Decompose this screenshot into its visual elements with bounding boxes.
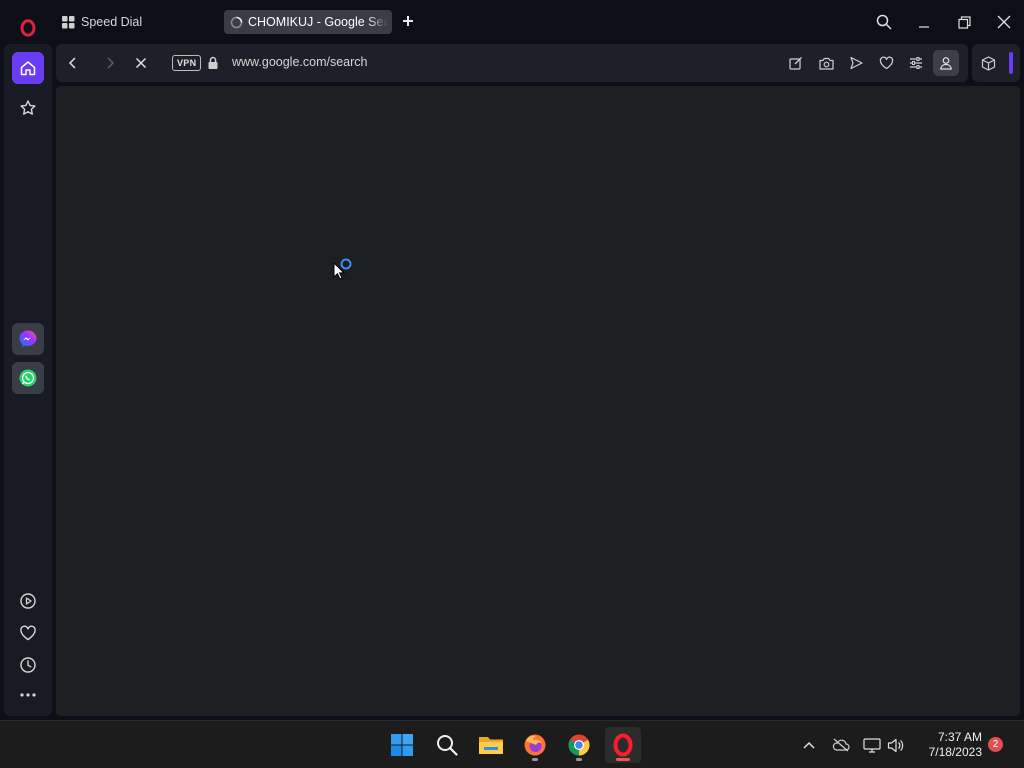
file-explorer-icon <box>478 734 504 756</box>
network-icon <box>863 737 881 753</box>
sidebar-item-home[interactable] <box>12 52 44 84</box>
chevron-left-icon <box>68 57 78 69</box>
sidebar-item-player[interactable] <box>12 585 44 617</box>
sidebar-item-history[interactable] <box>12 649 44 681</box>
history-icon <box>19 656 37 674</box>
grid-icon <box>62 15 75 29</box>
vpn-badge[interactable]: VPN <box>172 55 202 71</box>
taskbar-opera[interactable] <box>605 727 641 763</box>
network-button[interactable] <box>862 735 882 755</box>
more-icon <box>19 692 37 698</box>
site-security-button[interactable] <box>201 51 225 75</box>
minimize-button[interactable] <box>910 8 938 36</box>
taskbar-chrome[interactable] <box>561 727 597 763</box>
tab-speed-dial[interactable]: Speed Dial <box>58 10 218 34</box>
back-button[interactable] <box>61 51 85 75</box>
clock-date: 7/18/2023 <box>928 745 982 759</box>
windows-start-icon <box>390 733 414 757</box>
forward-button[interactable] <box>98 51 122 75</box>
volume-icon <box>887 738 905 753</box>
start-button[interactable] <box>384 727 420 763</box>
loading-spinner-icon <box>230 16 243 29</box>
star-icon <box>19 99 37 117</box>
search-tabs-button[interactable] <box>870 8 898 36</box>
sidebar-item-whatsapp[interactable] <box>12 362 44 394</box>
close-button[interactable] <box>990 8 1018 36</box>
taskbar-firefox[interactable] <box>517 727 553 763</box>
search-icon <box>436 734 458 756</box>
stop-icon <box>135 57 147 69</box>
tab-google-search[interactable]: CHOMIKUJ - Google Search <box>224 10 392 34</box>
chevron-up-icon <box>803 741 815 749</box>
onedrive-button[interactable] <box>831 735 851 755</box>
edit-button[interactable] <box>784 51 808 75</box>
opera-menu-icon[interactable] <box>14 14 42 42</box>
running-indicator <box>576 758 582 761</box>
taskbar-file-explorer[interactable] <box>473 727 509 763</box>
running-indicator <box>532 758 538 761</box>
accent-indicator <box>1009 52 1013 74</box>
lock-icon <box>207 56 219 70</box>
camera-icon <box>818 57 834 70</box>
close-icon <box>997 15 1011 29</box>
settings-sliders-icon <box>909 56 923 70</box>
clock-time: 7:37 AM <box>937 730 982 744</box>
mouse-cursor-icon <box>333 262 345 280</box>
snapshot-button[interactable] <box>814 51 838 75</box>
show-hidden-icons-button[interactable] <box>799 735 819 755</box>
active-indicator <box>616 758 630 761</box>
address-bar: VPN www.google.com/search <box>56 44 968 82</box>
whatsapp-icon <box>18 368 38 388</box>
heart-icon <box>879 56 894 70</box>
sidebar-item-more[interactable] <box>12 679 44 711</box>
player-icon <box>19 592 37 610</box>
stop-loading-button[interactable] <box>129 51 153 75</box>
restore-icon <box>957 15 971 29</box>
cloud-offline-icon <box>832 738 850 752</box>
notification-badge[interactable]: 2 <box>988 737 1003 752</box>
chevron-right-icon <box>105 57 115 69</box>
easy-setup-button[interactable] <box>904 51 928 75</box>
bookmark-button[interactable] <box>874 51 898 75</box>
title-bar: Speed Dial CHOMIKUJ - Google Search <box>0 0 1024 44</box>
taskbar: 7:37 AM 7/18/2023 2 <box>0 720 1024 768</box>
tab-label: CHOMIKUJ - Google Search <box>248 15 388 29</box>
url-field[interactable]: www.google.com/search <box>232 55 367 69</box>
search-icon <box>876 14 892 30</box>
profile-icon <box>939 56 953 70</box>
extensions-area <box>972 44 1020 82</box>
page-content <box>56 86 1020 716</box>
messenger-icon <box>18 329 38 349</box>
heart-icon <box>19 624 37 642</box>
edit-icon <box>789 56 803 70</box>
volume-button[interactable] <box>886 735 906 755</box>
extensions-button[interactable] <box>976 51 1000 75</box>
sidebar-item-bookmarks[interactable] <box>12 92 44 124</box>
opera-icon <box>611 733 635 757</box>
taskbar-search-button[interactable] <box>429 727 465 763</box>
send-to-flow-button[interactable] <box>844 51 868 75</box>
chrome-icon <box>567 733 591 757</box>
cube-icon <box>981 55 996 71</box>
sidebar-item-messenger[interactable] <box>12 323 44 355</box>
new-tab-button[interactable] <box>398 11 418 31</box>
restore-button[interactable] <box>950 8 978 36</box>
tab-label: Speed Dial <box>81 15 143 29</box>
send-icon <box>849 56 863 70</box>
minimize-icon <box>918 16 930 28</box>
sidebar-item-my-flow[interactable] <box>12 617 44 649</box>
system-clock[interactable]: 7:37 AM 7/18/2023 <box>916 730 982 760</box>
home-icon <box>19 59 37 77</box>
profile-button[interactable] <box>933 50 959 76</box>
firefox-icon <box>523 733 547 757</box>
sidebar <box>4 44 52 716</box>
